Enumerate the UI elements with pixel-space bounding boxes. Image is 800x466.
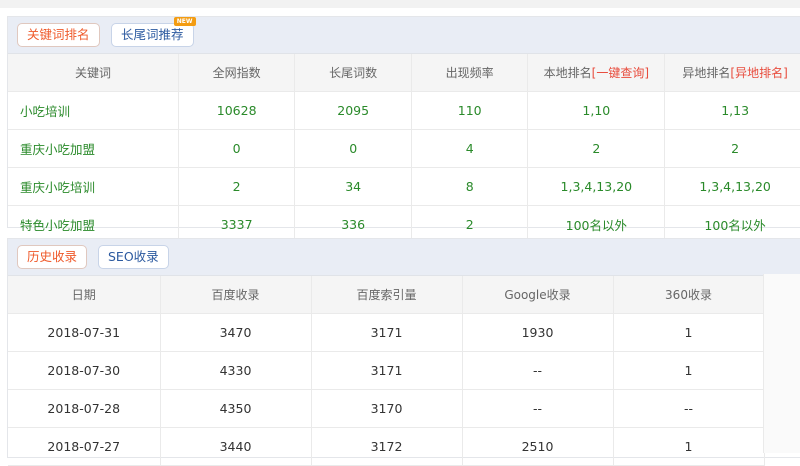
frequency-cell: 8 bbox=[411, 167, 529, 206]
google-cell: 2510 bbox=[462, 427, 614, 466]
col-longtail: 长尾词数 bbox=[294, 54, 412, 92]
history-table-header: 日期 百度收录 百度索引量 Google收录 360收录 bbox=[8, 276, 765, 314]
col-keyword: 关键词 bbox=[8, 54, 179, 92]
col-frequency: 出现频率 bbox=[411, 54, 529, 92]
local-rank-cell: 1,10 bbox=[527, 91, 666, 130]
google-cell: -- bbox=[462, 389, 614, 428]
one-click-query-link[interactable]: [一键查询] bbox=[592, 66, 649, 80]
remote-rank-cell: 1,13 bbox=[664, 91, 800, 130]
google-cell: 1930 bbox=[462, 313, 614, 352]
360-cell: 1 bbox=[613, 313, 765, 352]
google-cell: -- bbox=[462, 351, 614, 390]
keyword-cell[interactable]: 小吃培训 bbox=[8, 91, 179, 130]
history-table: 日期 百度收录 百度索引量 Google收录 360收录 2018-07-31 … bbox=[8, 276, 765, 466]
keyword-table: 关键词 全网指数 长尾词数 出现频率 本地排名[一键查询] 异地排名[异地排名]… bbox=[8, 54, 800, 244]
date-cell: 2018-07-28 bbox=[8, 389, 161, 428]
keyword-ranking-panel: 关键词排名 长尾词推荐 NEW 关键词 全网指数 长尾词数 出现频率 本地排名[… bbox=[7, 16, 800, 244]
baidu-cell: 3440 bbox=[160, 427, 312, 466]
baidu-volume-cell: 3171 bbox=[311, 351, 463, 390]
tab-keyword-ranking[interactable]: 关键词排名 bbox=[17, 23, 100, 47]
col-google-index: Google收录 bbox=[462, 276, 614, 314]
new-badge: NEW bbox=[173, 17, 196, 26]
col-baidu-index-volume: 百度索引量 bbox=[311, 276, 463, 314]
tab-longtail-recommend[interactable]: 长尾词推荐 NEW bbox=[111, 17, 196, 47]
col-baidu-index: 百度收录 bbox=[160, 276, 312, 314]
baidu-volume-cell: 3172 bbox=[311, 427, 463, 466]
keyword-table-header: 关键词 全网指数 长尾词数 出现频率 本地排名[一键查询] 异地排名[异地排名] bbox=[8, 54, 800, 92]
col-local-rank: 本地排名[一键查询] bbox=[527, 54, 666, 92]
top-strip bbox=[0, 0, 800, 8]
table-row: 重庆小吃加盟 0 0 4 2 2 bbox=[8, 129, 800, 168]
baidu-cell: 4350 bbox=[160, 389, 312, 428]
table-row: 2018-07-31 3470 3171 1930 1 bbox=[8, 313, 765, 352]
history-index-panel: 历史收录 SEO收录 日期 百度收录 百度索引量 Google收录 360收录 … bbox=[7, 238, 800, 466]
col-360-index: 360收录 bbox=[613, 276, 765, 314]
index-cell: 2 bbox=[178, 167, 296, 206]
360-cell: 1 bbox=[613, 427, 765, 466]
baidu-cell: 3470 bbox=[160, 313, 312, 352]
longtail-cell: 0 bbox=[294, 129, 412, 168]
longtail-cell: 34 bbox=[294, 167, 412, 206]
col-date: 日期 bbox=[8, 276, 161, 314]
remote-rank-cell: 2 bbox=[664, 129, 800, 168]
date-cell: 2018-07-30 bbox=[8, 351, 161, 390]
remote-rank-cell: 1,3,4,13,20 bbox=[664, 167, 800, 206]
remote-rank-link[interactable]: [异地排名] bbox=[730, 66, 787, 80]
date-cell: 2018-07-31 bbox=[8, 313, 161, 352]
remote-rank-label: 异地排名 bbox=[682, 66, 731, 80]
date-cell: 2018-07-27 bbox=[8, 427, 161, 466]
baidu-volume-cell: 3171 bbox=[311, 313, 463, 352]
keyword-panel-tabs: 关键词排名 长尾词推荐 NEW bbox=[8, 17, 800, 54]
frequency-cell: 4 bbox=[411, 129, 529, 168]
table-row: 2018-07-28 4350 3170 -- -- bbox=[8, 389, 765, 428]
tab-longtail-label: 长尾词推荐 bbox=[121, 27, 184, 42]
local-rank-label: 本地排名 bbox=[543, 66, 592, 80]
tab-seo-index[interactable]: SEO收录 bbox=[98, 245, 169, 269]
index-cell: 10628 bbox=[178, 91, 296, 130]
table-row: 小吃培训 10628 2095 110 1,10 1,13 bbox=[8, 91, 800, 130]
keyword-cell[interactable]: 重庆小吃培训 bbox=[8, 167, 179, 206]
360-cell: 1 bbox=[613, 351, 765, 390]
local-rank-cell: 2 bbox=[527, 129, 666, 168]
table-row: 2018-07-27 3440 3172 2510 1 bbox=[8, 427, 765, 466]
longtail-cell: 2095 bbox=[294, 91, 412, 130]
baidu-volume-cell: 3170 bbox=[311, 389, 463, 428]
tab-history-index[interactable]: 历史收录 bbox=[17, 245, 88, 269]
table-row: 2018-07-30 4330 3171 -- 1 bbox=[8, 351, 765, 390]
index-cell: 0 bbox=[178, 129, 296, 168]
360-cell: -- bbox=[613, 389, 765, 428]
col-index: 全网指数 bbox=[178, 54, 296, 92]
frequency-cell: 110 bbox=[411, 91, 529, 130]
truncated-column-edge bbox=[763, 274, 800, 453]
baidu-cell: 4330 bbox=[160, 351, 312, 390]
history-panel-tabs: 历史收录 SEO收录 bbox=[8, 239, 800, 276]
local-rank-cell: 1,3,4,13,20 bbox=[527, 167, 666, 206]
keyword-cell[interactable]: 重庆小吃加盟 bbox=[8, 129, 179, 168]
table-row: 重庆小吃培训 2 34 8 1,3,4,13,20 1,3,4,13,20 bbox=[8, 167, 800, 206]
col-remote-rank: 异地排名[异地排名] bbox=[664, 54, 800, 92]
